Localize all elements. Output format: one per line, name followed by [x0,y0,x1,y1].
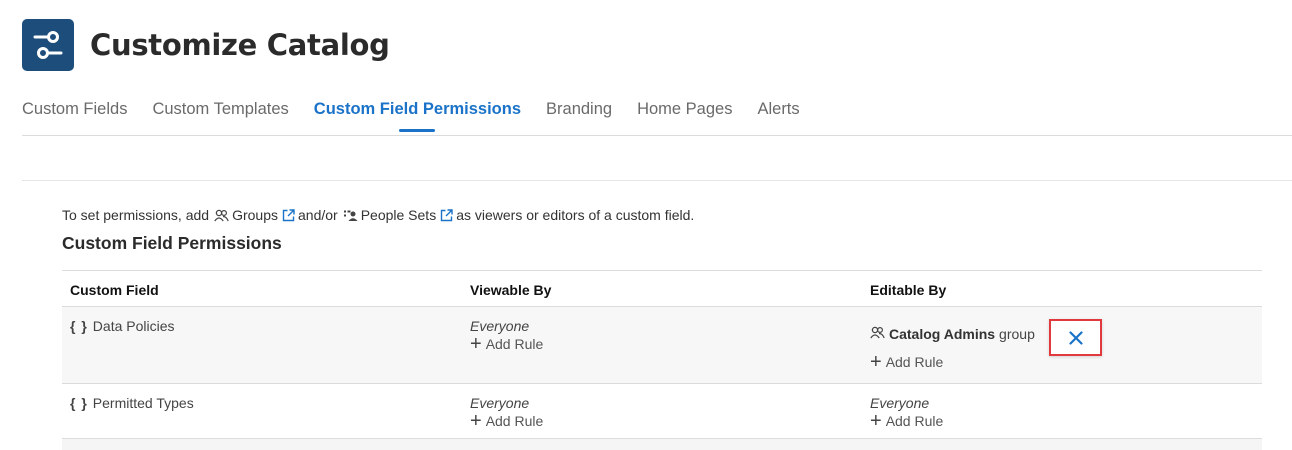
people-sets-link[interactable]: People Sets [361,207,437,223]
people-sets-icon [343,209,358,222]
group-rule: Catalog Admins group [870,326,1035,342]
editable-value: Everyone [870,395,930,411]
intro-text: To set permissions, add Groups and/or Pe… [62,207,694,223]
editable-cell: Everyone + Add Rule [870,395,944,432]
editable-cell: Catalog Admins group + Add Rule [870,326,1035,373]
table-header: Custom Field Viewable By Editable By [62,270,1262,307]
plus-icon: + [470,410,482,432]
intro-middle: and/or [298,207,338,223]
viewable-value: Everyone [470,395,530,411]
table-row: { } Data Policies Everyone + Add Rule Cata… [62,307,1262,384]
settings-sliders-icon [22,19,74,71]
tab-divider [22,135,1292,136]
tab-branding[interactable]: Branding [546,100,612,132]
field-name: Permitted Types [92,395,194,411]
tab-home-pages[interactable]: Home Pages [637,100,732,132]
close-x-icon [1068,330,1083,345]
field-name-cell: { } Permitted Types [70,395,194,411]
table-row: { } Permitted Types Everyone + Add Rule Ev… [62,384,1262,439]
field-name: Data Policies [92,318,175,334]
tab-custom-templates[interactable]: Custom Templates [152,100,288,132]
custom-field-icon: { } [70,395,88,411]
group-name: Catalog Admins [889,326,996,342]
group-icon [870,326,885,342]
viewable-cell: Everyone + Add Rule [470,318,544,355]
permissions-table: Custom Field Viewable By Editable By { }… [62,270,1262,450]
page-header: Customize Catalog [22,19,390,71]
viewable-value: Everyone [470,318,530,334]
add-rule-label: Add Rule [885,354,944,370]
plus-icon: + [870,410,882,432]
add-rule-button[interactable]: + Add Rule [470,333,544,355]
add-rule-label: Add Rule [485,413,544,429]
tab-custom-fields[interactable]: Custom Fields [22,100,127,132]
tab-custom-field-permissions[interactable]: Custom Field Permissions [314,100,521,132]
field-name-cell: { } Data Policies [70,318,175,334]
add-rule-label: Add Rule [485,336,544,352]
add-rule-button[interactable]: + Add Rule [470,410,544,432]
tab-alerts[interactable]: Alerts [757,100,799,132]
column-header-custom-field: Custom Field [70,282,159,298]
remove-rule-button[interactable] [1049,319,1102,356]
section-divider [22,180,1292,181]
plus-icon: + [870,351,882,373]
column-header-viewable-by: Viewable By [470,282,552,298]
group-suffix: group [999,326,1035,342]
groups-link[interactable]: Groups [232,207,278,223]
add-rule-button[interactable]: + Add Rule [870,351,1035,373]
add-rule-button[interactable]: + Add Rule [870,410,944,432]
intro-suffix: as viewers or editors of a custom field. [456,207,695,223]
add-rule-label: Add Rule [885,413,944,429]
external-link-icon[interactable] [440,208,453,222]
groups-icon [214,209,229,222]
viewable-cell: Everyone + Add Rule [470,395,544,432]
tab-bar: Custom Fields Custom Templates Custom Fi… [22,100,1292,132]
intro-prefix: To set permissions, add [62,207,210,223]
page-title: Customize Catalog [90,28,390,62]
plus-icon: + [470,333,482,355]
table-row [62,439,1262,450]
column-header-editable-by: Editable By [870,282,947,298]
section-title: Custom Field Permissions [62,233,282,253]
external-link-icon[interactable] [282,208,295,222]
custom-field-icon: { } [70,318,88,334]
